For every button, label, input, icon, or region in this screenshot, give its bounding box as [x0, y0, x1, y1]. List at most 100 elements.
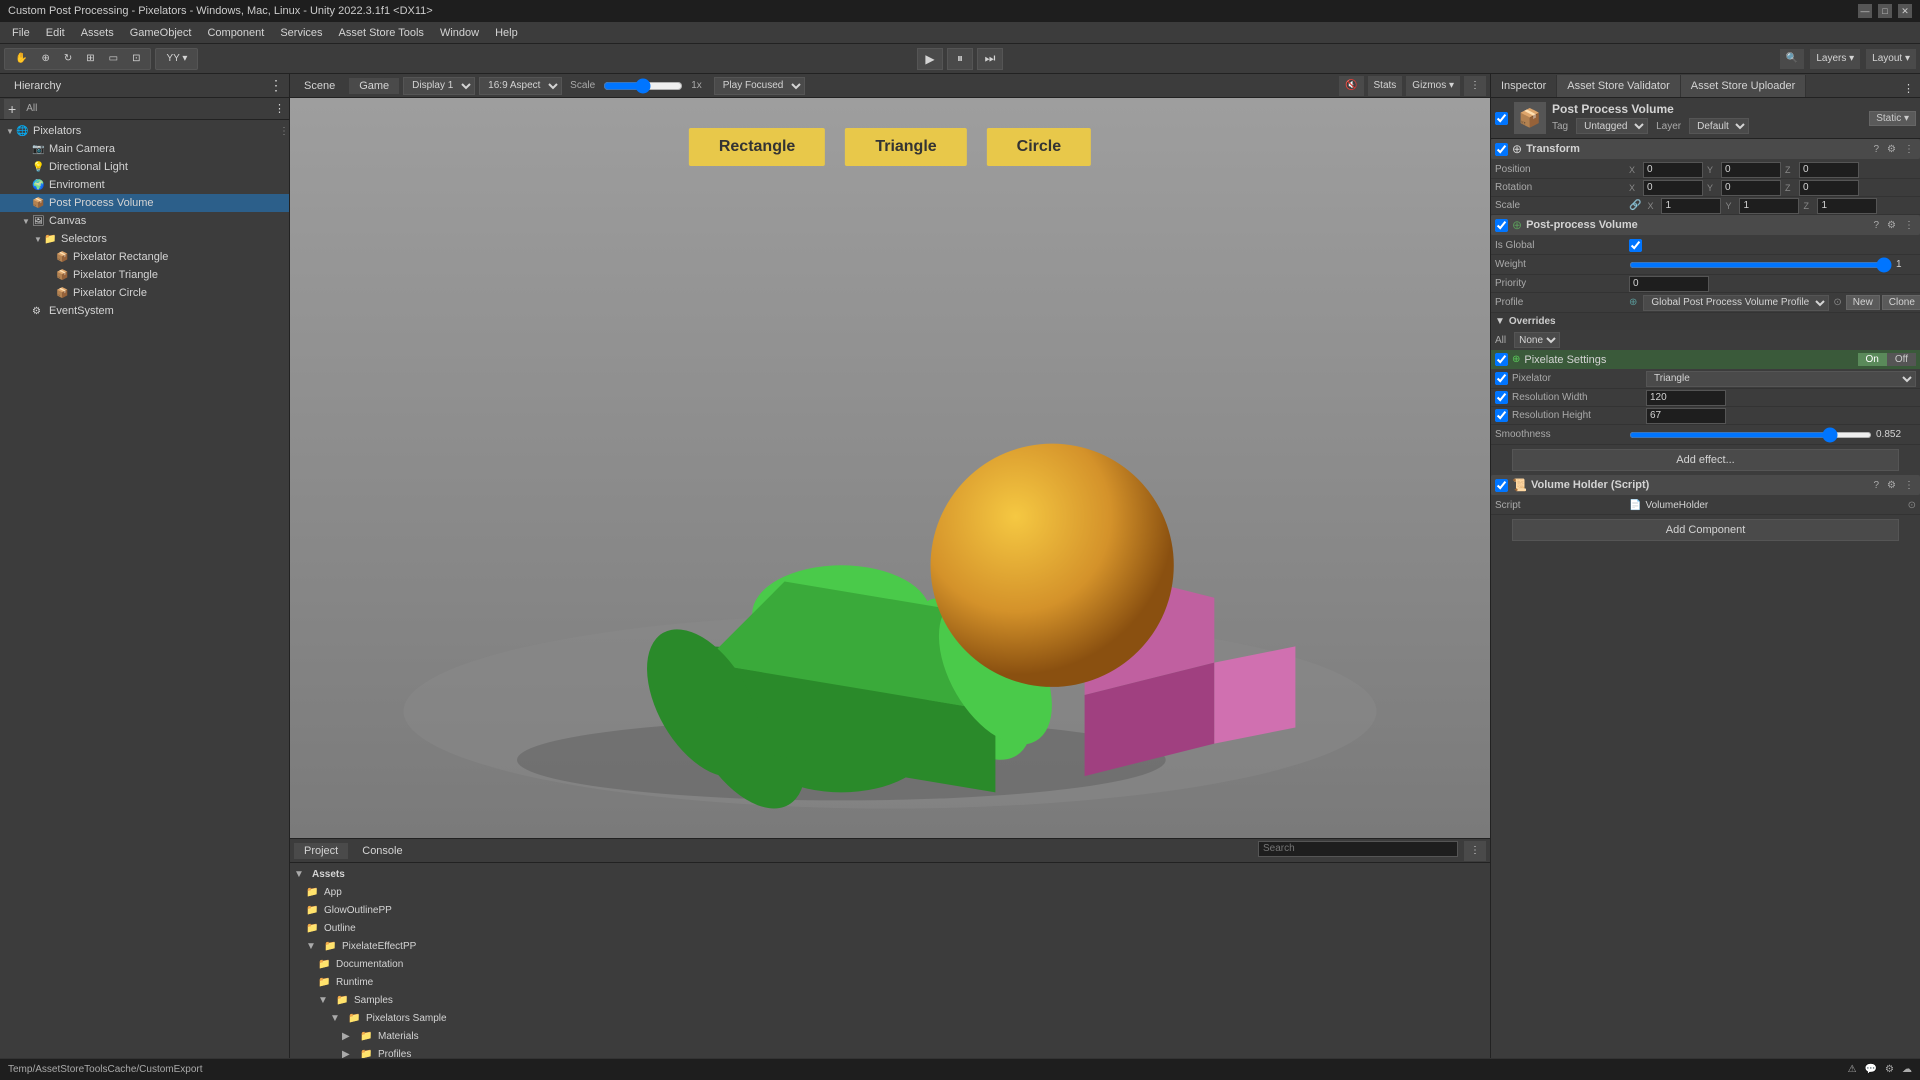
- tree-item-post-process-volume[interactable]: 📦 Post Process Volume: [0, 194, 289, 212]
- ppv-enabled[interactable]: [1495, 219, 1508, 232]
- scale-x-input[interactable]: [1661, 198, 1721, 214]
- tree-item-environment[interactable]: 🌍 Enviroment: [0, 176, 289, 194]
- scene-tab[interactable]: Scene: [294, 78, 345, 94]
- inspector-tab-validator[interactable]: Asset Store Validator: [1557, 75, 1681, 97]
- inspector-tab-uploader[interactable]: Asset Store Uploader: [1681, 75, 1807, 97]
- step-button[interactable]: ⏭: [977, 48, 1003, 70]
- asset-app[interactable]: 📁 App: [290, 883, 1490, 901]
- res-width-input[interactable]: [1646, 390, 1726, 406]
- pixelator-select[interactable]: Triangle Circle Rectangle: [1646, 371, 1916, 387]
- res-width-checkbox[interactable]: [1495, 391, 1508, 404]
- on-button[interactable]: On: [1858, 353, 1887, 366]
- script-picker[interactable]: ⊙: [1908, 500, 1916, 511]
- menu-file[interactable]: File: [4, 25, 38, 41]
- asset-profiles[interactable]: ▶ 📁 Profiles: [290, 1045, 1490, 1058]
- tree-item-directional-light[interactable]: 💡 Directional Light: [0, 158, 289, 176]
- none-select[interactable]: None: [1514, 332, 1560, 348]
- profile-select[interactable]: Global Post Process Volume Profile: [1643, 295, 1829, 311]
- menu-asset-store-tools[interactable]: Asset Store Tools: [331, 25, 432, 41]
- obj-active-checkbox[interactable]: [1495, 112, 1508, 125]
- menu-component[interactable]: Component: [199, 25, 272, 41]
- tag-select[interactable]: Untagged: [1576, 118, 1648, 134]
- stats-button[interactable]: Stats: [1368, 76, 1403, 96]
- vh-enabled[interactable]: [1495, 479, 1508, 492]
- play-button[interactable]: ▶: [917, 48, 943, 70]
- profile-clone-btn[interactable]: Clone: [1882, 295, 1920, 310]
- tree-item-pixelator-rectangle[interactable]: 📦 Pixelator Rectangle: [0, 248, 289, 266]
- asset-pixelators-sample[interactable]: ▼ 📁 Pixelators Sample: [290, 1009, 1490, 1027]
- ppv-more[interactable]: ⋮: [1902, 220, 1916, 231]
- tree-item-selectors[interactable]: ▼ 📁 Selectors: [0, 230, 289, 248]
- add-effect-button[interactable]: Add effect...: [1512, 449, 1898, 471]
- assets-search[interactable]: [1258, 841, 1458, 857]
- weight-slider[interactable]: [1629, 262, 1892, 268]
- rot-x-input[interactable]: [1643, 180, 1703, 196]
- pixelator-checkbox[interactable]: [1495, 372, 1508, 385]
- gizmos-button[interactable]: Gizmos ▾: [1406, 76, 1460, 96]
- asset-documentation[interactable]: 📁 Documentation: [290, 955, 1490, 973]
- inspector-options[interactable]: ⋮: [1897, 80, 1920, 97]
- minimize-button[interactable]: —: [1858, 4, 1872, 18]
- aspect-select[interactable]: 16:9 Aspect: [479, 77, 562, 95]
- pos-z-input[interactable]: [1799, 162, 1859, 178]
- add-component-button[interactable]: Add Component: [1512, 519, 1898, 541]
- pos-x-input[interactable]: [1643, 162, 1703, 178]
- tree-item-event-system[interactable]: ⚙ EventSystem: [0, 302, 289, 320]
- mute-button[interactable]: 🔇: [1339, 76, 1363, 96]
- vp-options[interactable]: ⋮: [1464, 76, 1486, 96]
- asset-outline[interactable]: 📁 Outline: [290, 919, 1490, 937]
- tree-item-canvas[interactable]: ▼ 🖼 Canvas: [0, 212, 289, 230]
- game-tab[interactable]: Game: [349, 78, 399, 94]
- tree-item-pixelator-triangle[interactable]: 📦 Pixelator Triangle: [0, 266, 289, 284]
- ppv-settings[interactable]: ⚙: [1885, 220, 1898, 231]
- tree-item-pixelator-circle[interactable]: 📦 Pixelator Circle: [0, 284, 289, 302]
- tree-item-pixelators[interactable]: ▼ 🌐 Pixelators ⋮: [0, 122, 289, 140]
- rotate-tool[interactable]: ↻: [58, 49, 78, 69]
- transform-settings[interactable]: ⚙: [1885, 144, 1898, 155]
- hierarchy-tab[interactable]: Hierarchy: [6, 78, 69, 94]
- transform-more[interactable]: ⋮: [1902, 144, 1916, 155]
- overrides-header[interactable]: ▼ Overrides: [1491, 313, 1920, 330]
- menu-services[interactable]: Services: [272, 25, 330, 41]
- rot-y-input[interactable]: [1721, 180, 1781, 196]
- scale-tool[interactable]: ⊞: [80, 49, 100, 69]
- hierarchy-options[interactable]: ⋮: [269, 77, 283, 94]
- static-button[interactable]: Static ▾: [1869, 111, 1916, 126]
- priority-input[interactable]: [1629, 276, 1709, 292]
- vh-settings[interactable]: ⚙: [1885, 480, 1898, 491]
- transform-tool[interactable]: ⊡: [126, 49, 146, 69]
- hierarchy-menu[interactable]: ⋮: [274, 102, 285, 115]
- pos-y-input[interactable]: [1721, 162, 1781, 178]
- res-height-input[interactable]: [1646, 408, 1726, 424]
- maximize-button[interactable]: □: [1878, 4, 1892, 18]
- menu-edit[interactable]: Edit: [38, 25, 73, 41]
- asset-materials[interactable]: ▶ 📁 Materials: [290, 1027, 1490, 1045]
- inspector-tab-inspector[interactable]: Inspector: [1491, 75, 1557, 97]
- search-button[interactable]: 🔍: [1780, 49, 1804, 69]
- layer-select[interactable]: Default: [1689, 118, 1749, 134]
- pixelate-enabled[interactable]: [1495, 353, 1508, 366]
- move-tool[interactable]: ⊕: [35, 49, 55, 69]
- ppv-info[interactable]: ?: [1871, 220, 1881, 231]
- layers-button[interactable]: Layers ▾: [1810, 49, 1860, 69]
- scale-y-input[interactable]: [1739, 198, 1799, 214]
- close-button[interactable]: ✕: [1898, 4, 1912, 18]
- vh-more[interactable]: ⋮: [1902, 480, 1916, 491]
- asset-pixelateeffectpp[interactable]: ▼ 📁 PixelateEffectPP: [290, 937, 1490, 955]
- transform-info[interactable]: ?: [1871, 144, 1881, 155]
- tree-item-main-camera[interactable]: 📷 Main Camera: [0, 140, 289, 158]
- display-select[interactable]: Display 1: [403, 77, 475, 95]
- transform-enabled[interactable]: [1495, 143, 1508, 156]
- menu-assets[interactable]: Assets: [73, 25, 122, 41]
- pixelators-menu[interactable]: ⋮: [279, 126, 289, 137]
- hierarchy-add[interactable]: +: [4, 99, 20, 119]
- hand-tool[interactable]: ✋: [9, 49, 33, 69]
- play-focused-select[interactable]: Play Focused: [714, 77, 805, 95]
- menu-gameobject[interactable]: GameObject: [122, 25, 200, 41]
- pivot-btn[interactable]: YY ▾: [160, 49, 193, 69]
- asset-samples[interactable]: ▼ 📁 Samples: [290, 991, 1490, 1009]
- is-global-checkbox[interactable]: [1629, 239, 1642, 252]
- assets-options[interactable]: ⋮: [1464, 841, 1486, 861]
- project-tab[interactable]: Project: [294, 843, 348, 859]
- layout-button[interactable]: Layout ▾: [1866, 49, 1916, 69]
